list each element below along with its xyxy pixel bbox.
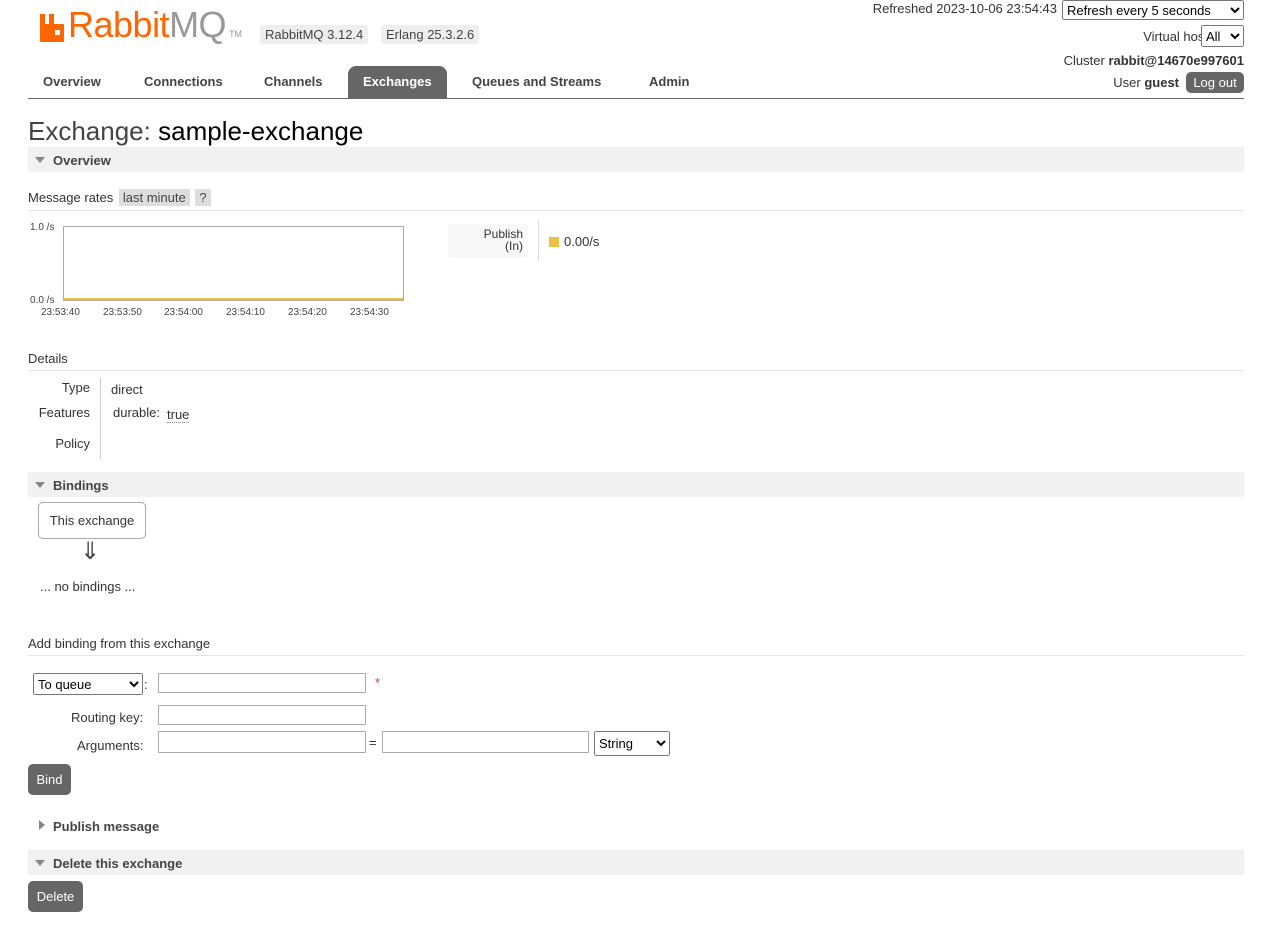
type-key: Type — [61, 380, 90, 395]
tab-queues-and-streams[interactable]: Queues and Streams — [457, 66, 616, 98]
bindings-section-label: Bindings — [53, 478, 109, 493]
message-rates-header: Message rates last minute ? — [28, 189, 1244, 211]
trademark: TM — [229, 29, 243, 39]
policy-key: Policy — [55, 436, 90, 451]
bind-button[interactable]: Bind — [28, 764, 71, 795]
add-binding-label: Add binding from this exchange — [28, 636, 211, 651]
collapse-triangle-icon — [35, 157, 45, 163]
features-key: Features — [38, 405, 90, 420]
exchange-name: sample-exchange — [158, 116, 364, 146]
y-tick-label: 0.0 /s — [30, 295, 55, 306]
legend-series-label: Publish (In) — [448, 224, 528, 258]
type-value: direct — [111, 382, 143, 397]
page-title: Exchange: sample-exchange — [28, 116, 363, 147]
x-tick-label: 23:54:10 — [226, 307, 265, 318]
legend-label-line1: Publish — [483, 227, 523, 241]
routing-key-label: Routing key: — [71, 710, 144, 725]
message-rates-chart — [63, 226, 404, 301]
x-tick-label: 23:54:20 — [288, 307, 327, 318]
y-tick-label: 1.0 /s — [30, 222, 55, 233]
delete-section-label: Delete this exchange — [53, 856, 183, 871]
refreshed-timestamp: Refreshed 2023-10-06 23:54:43 — [872, 1, 1057, 16]
page-title-prefix: Exchange: — [28, 116, 151, 146]
destination-type-select[interactable]: To queue — [33, 673, 143, 695]
collapse-triangle-icon — [35, 860, 45, 866]
argument-type-select[interactable]: String — [594, 731, 670, 756]
expand-triangle-icon — [39, 820, 45, 830]
bindings-section-toggle[interactable]: Bindings — [28, 472, 1244, 497]
legend-swatch — [549, 237, 559, 247]
routing-key-input[interactable] — [158, 705, 366, 725]
main-nav: Overview Connections Channels Exchanges … — [28, 66, 1244, 99]
tab-overview[interactable]: Overview — [28, 66, 116, 98]
message-rates-label: Message rates — [28, 190, 114, 205]
x-tick-label: 23:54:30 — [350, 307, 389, 318]
overview-section-label: Overview — [53, 153, 111, 168]
required-mark: * — [375, 675, 381, 690]
help-icon[interactable]: ? — [195, 189, 211, 206]
down-arrow-icon: ⇓ — [80, 538, 101, 565]
x-tick-label: 23:54:00 — [164, 307, 203, 318]
argument-value-input[interactable] — [382, 731, 589, 753]
details-label: Details — [28, 351, 68, 366]
erlang-version-badge: Erlang 25.3.2.6 — [381, 25, 480, 44]
rabbitmq-logo[interactable]: RabbitMQ TM — [38, 4, 243, 45]
x-tick-label: 23:53:50 — [103, 307, 142, 318]
overview-section-toggle[interactable]: Overview — [28, 147, 1244, 172]
delete-section-toggle[interactable]: Delete this exchange — [28, 850, 1244, 875]
no-bindings-text: ... no bindings ... — [40, 579, 136, 594]
legend-rate-value: 0.00/s — [564, 234, 600, 249]
brand-name: RabbitMQ — [68, 4, 227, 45]
collapse-triangle-icon — [35, 482, 45, 488]
durable-value: true — [167, 407, 190, 423]
chart-plot-area — [64, 298, 403, 300]
virtual-host-label: Virtual host — [1143, 29, 1208, 44]
this-exchange-box: This exchange — [38, 502, 146, 539]
tab-exchanges[interactable]: Exchanges — [348, 66, 447, 98]
equals-sign: = — [369, 735, 377, 750]
destination-colon: : — [144, 677, 148, 692]
argument-key-input[interactable] — [158, 731, 366, 753]
arguments-label: Arguments: — [77, 738, 144, 753]
legend-divider — [538, 220, 539, 262]
durable-key: durable: — [113, 405, 160, 420]
tab-connections[interactable]: Connections — [129, 66, 238, 98]
add-binding-header: Add binding from this exchange — [28, 636, 1244, 656]
refresh-interval-select[interactable]: Refresh every 5 seconds — [1062, 0, 1244, 20]
tab-admin[interactable]: Admin — [634, 66, 704, 98]
delete-button[interactable]: Delete — [28, 881, 83, 912]
x-tick-label: 23:53:40 — [41, 307, 80, 318]
details-divider — [100, 378, 101, 459]
publish-message-section-toggle[interactable]: Publish message — [28, 813, 1244, 838]
rabbitmq-version-badge: RabbitMQ 3.12.4 — [260, 25, 369, 44]
rates-period-selector[interactable]: last minute — [118, 189, 190, 206]
destination-input[interactable] — [158, 673, 366, 693]
rabbitmq-logo-icon — [40, 14, 64, 42]
details-header: Details — [28, 351, 1244, 371]
legend-label-line2: (In) — [505, 239, 523, 253]
tab-channels[interactable]: Channels — [249, 66, 338, 98]
publish-message-label: Publish message — [53, 819, 160, 834]
virtual-host-select[interactable]: All — [1201, 25, 1244, 47]
